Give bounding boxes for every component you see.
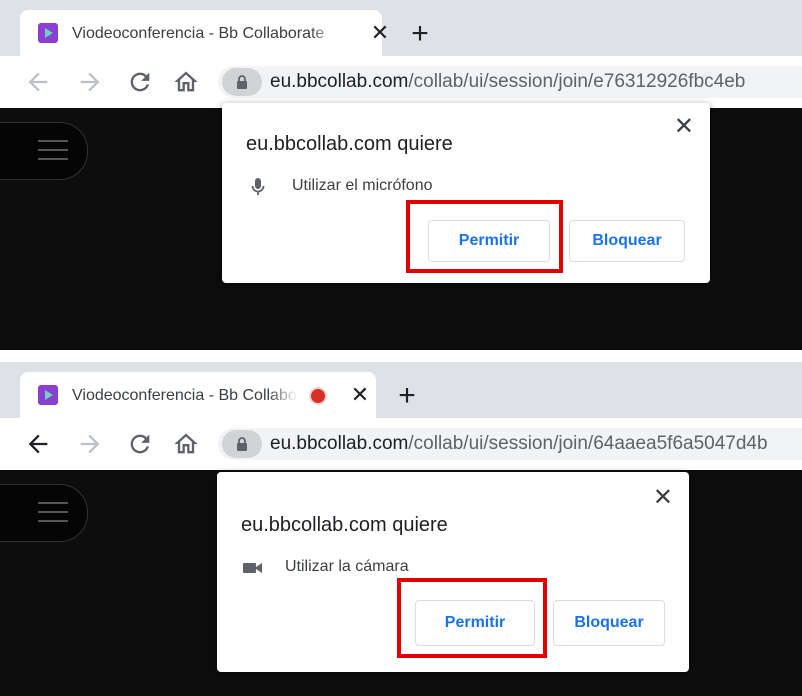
block-button[interactable]: Bloquear <box>569 220 685 262</box>
back-arrow-icon[interactable] <box>24 430 52 458</box>
forward-arrow-icon[interactable] <box>76 430 104 458</box>
forward-arrow-icon[interactable] <box>76 68 104 96</box>
permission-text: Utilizar la cámara <box>285 558 409 575</box>
url-text: eu.bbcollab.com/collab/ui/session/join/e… <box>270 71 745 93</box>
back-arrow-icon[interactable] <box>24 68 52 96</box>
permission-text: Utilizar el micrófono <box>292 177 433 194</box>
browser-tab[interactable]: Viodeoconferencia - Bb Collaborate ✕ <box>20 372 376 418</box>
lock-icon <box>237 437 247 451</box>
browser-screenshot-camera: Viodeoconferencia - Bb Collaborate ✕ + <box>0 362 802 696</box>
session-menu-button[interactable] <box>0 122 88 180</box>
browser-tab[interactable]: Viodeoconferencia - Bb Collaborate ✕ <box>20 10 389 56</box>
url-host: eu.bbcollab.com <box>270 71 409 92</box>
tab-title: Viodeoconferencia - Bb Collaborate <box>72 385 298 407</box>
home-icon[interactable] <box>172 68 200 96</box>
address-bar[interactable]: eu.bbcollab.com/collab/ui/session/join/6… <box>218 428 802 460</box>
url-host: eu.bbcollab.com <box>270 433 409 454</box>
close-tab-icon[interactable]: ✕ <box>368 21 392 45</box>
close-tab-icon[interactable]: ✕ <box>348 383 372 407</box>
close-dialog-icon[interactable]: ✕ <box>653 486 673 510</box>
url-text: eu.bbcollab.com/collab/ui/session/join/6… <box>270 433 768 455</box>
highlight-box <box>397 578 547 658</box>
new-tab-button[interactable]: + <box>392 381 422 411</box>
collaborate-favicon-icon <box>38 385 58 405</box>
reload-icon[interactable] <box>126 68 154 96</box>
tab-title: Viodeoconferencia - Bb Collaborate <box>72 23 340 45</box>
video-camera-icon <box>243 563 262 573</box>
new-tab-button[interactable]: + <box>405 19 435 49</box>
tab-strip: Viodeoconferencia - Bb Collaborate ✕ + <box>0 0 802 56</box>
site-info-button[interactable] <box>222 430 262 458</box>
address-bar[interactable]: eu.bbcollab.com/collab/ui/session/join/e… <box>218 66 802 98</box>
site-info-button[interactable] <box>222 68 262 96</box>
lock-icon <box>237 75 247 89</box>
browser-toolbar: eu.bbcollab.com/collab/ui/session/join/6… <box>0 418 802 470</box>
browser-toolbar: eu.bbcollab.com/collab/ui/session/join/e… <box>0 56 802 108</box>
reload-icon[interactable] <box>126 430 154 458</box>
dialog-title: eu.bbcollab.com quiere <box>241 514 448 536</box>
highlight-box <box>406 200 563 273</box>
browser-screenshot-microphone: Viodeoconferencia - Bb Collaborate ✕ + e… <box>0 0 802 350</box>
collaborate-favicon-icon <box>38 23 58 43</box>
url-path: /collab/ui/session/join/64aaea5f6a5047d4… <box>408 433 768 454</box>
close-dialog-icon[interactable]: ✕ <box>674 115 694 139</box>
session-menu-button[interactable] <box>0 484 88 542</box>
tab-strip: Viodeoconferencia - Bb Collaborate ✕ + <box>0 362 802 418</box>
microphone-icon <box>251 178 265 195</box>
dialog-title: eu.bbcollab.com quiere <box>246 133 453 155</box>
url-path: /collab/ui/session/join/e76312926fbc4eb <box>408 71 746 92</box>
home-icon[interactable] <box>172 430 200 458</box>
block-button[interactable]: Bloquear <box>553 600 665 646</box>
recording-icon <box>311 389 325 403</box>
